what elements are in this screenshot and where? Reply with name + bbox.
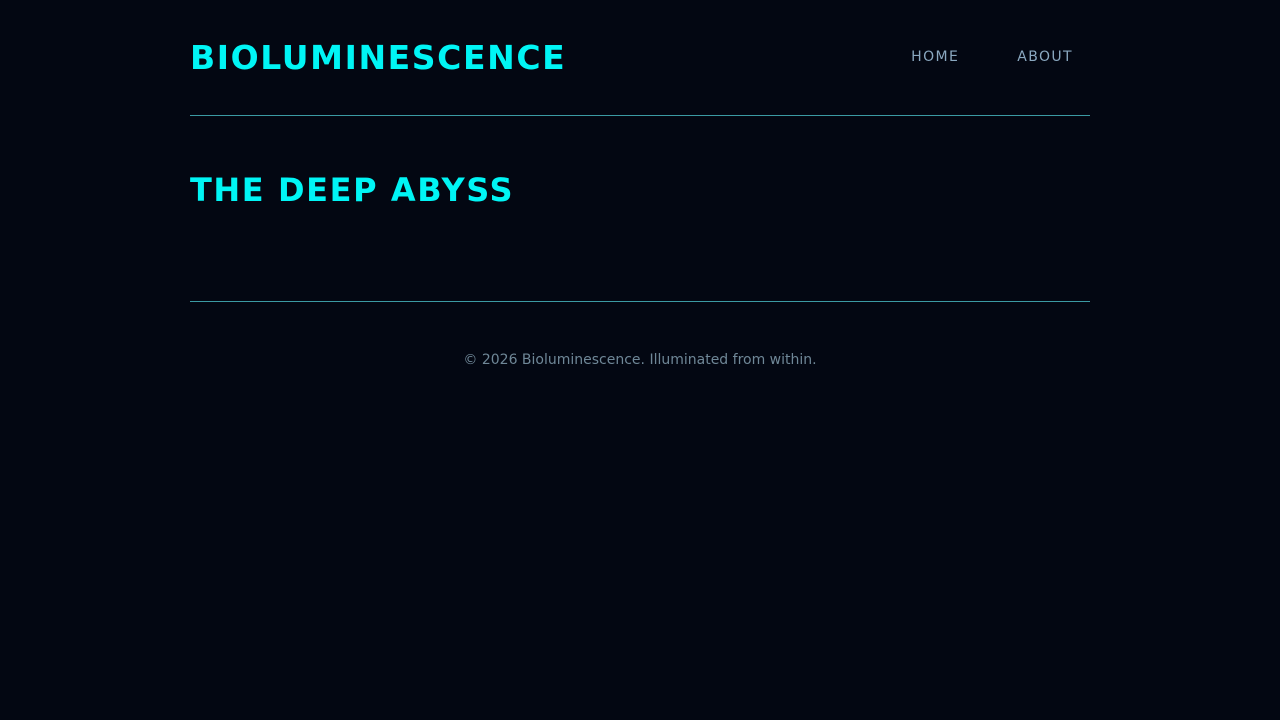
page-container: BIOLUMINESCENCE HOME ABOUT THE DEEP ABYS… [190, 0, 1090, 422]
page-title: THE DEEP ABYSS [190, 171, 515, 209]
site-header: BIOLUMINESCENCE HOME ABOUT [190, 0, 1090, 116]
main-content: THE DEEP ABYSS [190, 116, 1090, 302]
footer-copyright: © 2026 Bioluminescence. Illuminated from… [463, 352, 817, 368]
main-nav: HOME ABOUT [911, 47, 1090, 67]
nav-item-home[interactable]: HOME [911, 47, 976, 67]
site-title-link[interactable]: BIOLUMINESCENCE [190, 38, 566, 78]
site-footer: © 2026 Bioluminescence. Illuminated from… [190, 302, 1090, 422]
nav-item-about[interactable]: ABOUT [976, 47, 1090, 67]
